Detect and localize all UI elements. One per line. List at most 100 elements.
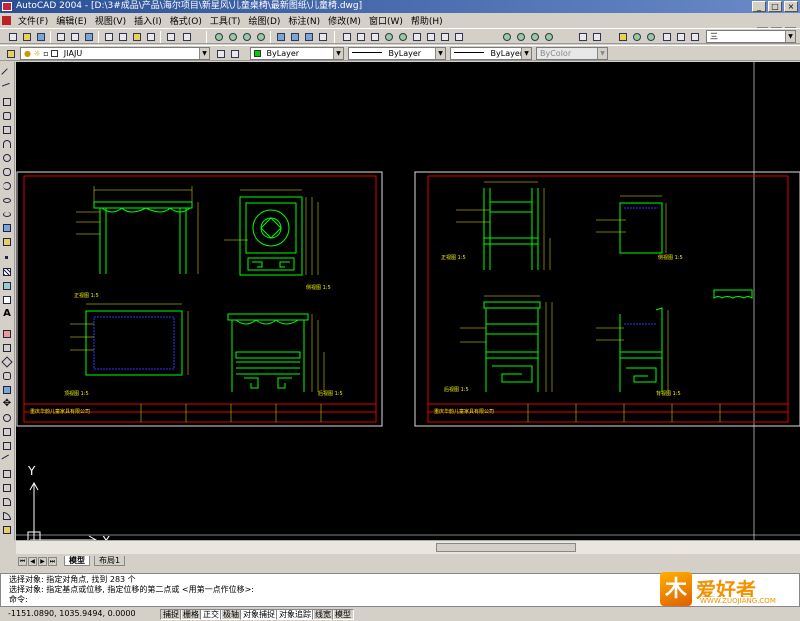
dim-override-icon[interactable]	[688, 30, 701, 43]
tab-model[interactable]: 模型	[64, 556, 90, 566]
open-icon[interactable]	[20, 30, 33, 43]
tolerance-icon[interactable]	[616, 30, 629, 43]
menu-modify[interactable]: 修改(M)	[324, 14, 365, 27]
offset-icon[interactable]	[1, 370, 13, 382]
dim-tedit-icon[interactable]	[674, 30, 687, 43]
cut-icon[interactable]	[102, 30, 115, 43]
quick-dim-icon[interactable]	[424, 30, 437, 43]
fillet-icon[interactable]	[1, 510, 13, 522]
polar-toggle[interactable]: 极轴	[220, 609, 242, 620]
redo-icon[interactable]	[180, 30, 193, 43]
circle-icon[interactable]	[1, 152, 13, 164]
help-icon[interactable]	[316, 30, 329, 43]
polyline-icon[interactable]	[1, 96, 13, 108]
snap-toggle[interactable]: 捕捉	[160, 609, 182, 620]
make-block-icon[interactable]	[1, 236, 13, 248]
line-icon[interactable]	[1, 68, 13, 80]
multiline-text-icon[interactable]: A	[1, 308, 13, 320]
next-tab-icon[interactable]: ▶	[38, 557, 47, 566]
dim-style-icon[interactable]	[644, 30, 657, 43]
properties-icon[interactable]	[274, 30, 287, 43]
rotate-icon[interactable]	[1, 412, 13, 424]
menu-help[interactable]: 帮助(H)	[407, 14, 447, 27]
new-icon[interactable]	[6, 30, 19, 43]
spline-icon[interactable]	[1, 180, 13, 192]
copy-icon[interactable]	[116, 30, 129, 43]
model-toggle[interactable]: 模型	[332, 609, 354, 620]
lineweight-select[interactable]: ByLayer ▼	[450, 47, 532, 60]
preview-icon[interactable]	[68, 30, 81, 43]
region-icon[interactable]	[1, 280, 13, 292]
donut-icon[interactable]	[542, 30, 555, 43]
insert-block-icon[interactable]	[1, 222, 13, 234]
first-tab-icon[interactable]: ⏮	[18, 557, 27, 566]
menu-window[interactable]: 窗口(W)	[365, 14, 407, 27]
maximize-button[interactable]: □	[768, 1, 782, 12]
dim-edit-icon[interactable]	[576, 30, 589, 43]
layer-manager-icon[interactable]	[4, 47, 17, 60]
lineweight-toggle[interactable]: 线宽	[312, 609, 334, 620]
dim-baseline-icon[interactable]	[438, 30, 451, 43]
dim-diameter-icon[interactable]	[396, 30, 409, 43]
undo-icon[interactable]	[164, 30, 177, 43]
linetype-select[interactable]: ByLayer ▼	[348, 47, 446, 60]
erase-icon[interactable]	[1, 328, 13, 340]
menu-draw[interactable]: 绘图(D)	[244, 14, 284, 27]
minimize-button[interactable]: _	[752, 1, 766, 12]
scroll-thumb[interactable]	[436, 543, 576, 552]
paste-icon[interactable]	[130, 30, 143, 43]
grid-toggle[interactable]: 栅格	[180, 609, 202, 620]
menu-insert[interactable]: 插入(I)	[130, 14, 166, 27]
menu-view[interactable]: 视图(V)	[91, 14, 130, 27]
dimstyle-select[interactable]: 三 ▼	[706, 30, 796, 43]
ellipse-arc-icon[interactable]	[1, 208, 13, 220]
menu-file[interactable]: 文件(F)	[14, 14, 52, 27]
zoom-previous-icon[interactable]	[254, 30, 267, 43]
move-icon[interactable]: ✥	[1, 398, 13, 410]
copy-object-icon[interactable]	[1, 342, 13, 354]
dim-aligned-icon[interactable]	[354, 30, 367, 43]
array-icon[interactable]	[1, 384, 13, 396]
extend-icon[interactable]	[1, 468, 13, 480]
hatch-icon[interactable]	[1, 266, 13, 278]
table-icon[interactable]	[1, 294, 13, 306]
arc-icon[interactable]	[1, 138, 13, 150]
trim-icon[interactable]	[1, 454, 13, 466]
menu-tools[interactable]: 工具(T)	[206, 14, 245, 27]
polygon-icon[interactable]	[1, 110, 13, 122]
dim-radius-icon[interactable]	[382, 30, 395, 43]
menu-format[interactable]: 格式(O)	[166, 14, 206, 27]
scale-icon[interactable]	[1, 426, 13, 438]
arc-icon[interactable]	[514, 30, 527, 43]
rectangle-icon[interactable]	[1, 124, 13, 136]
revision-cloud-icon[interactable]	[1, 166, 13, 178]
prev-tab-icon[interactable]: ◀	[28, 557, 37, 566]
mirror-icon[interactable]	[1, 356, 13, 368]
color-select[interactable]: ByLayer ▼	[250, 47, 344, 60]
design-center-icon[interactable]	[288, 30, 301, 43]
dim-oblique-icon[interactable]	[660, 30, 673, 43]
circle-icon[interactable]	[500, 30, 513, 43]
layer-select[interactable]: ● ☼ ▫ JIAJU ▼	[20, 47, 210, 60]
make-current-layer-icon[interactable]	[214, 47, 227, 60]
tab-layout1[interactable]: 布局1	[94, 556, 126, 566]
dim-continue-icon[interactable]	[452, 30, 465, 43]
dim-linear-icon[interactable]	[340, 30, 353, 43]
explode-icon[interactable]	[1, 524, 13, 536]
zoom-window-icon[interactable]	[240, 30, 253, 43]
chamfer-icon[interactable]	[1, 496, 13, 508]
drawing-canvas[interactable]: 重庆华韵儿童家具有限公司 正视图 1:5 侧视图 1:5 顶视图 1:5 后视图…	[16, 62, 800, 540]
otrack-toggle[interactable]: 对象追踪	[276, 609, 314, 620]
zoom-realtime-icon[interactable]	[226, 30, 239, 43]
menu-dimension[interactable]: 标注(N)	[284, 14, 324, 27]
save-icon[interactable]	[34, 30, 47, 43]
horizontal-scrollbar[interactable]	[16, 540, 800, 554]
point-icon[interactable]	[1, 252, 13, 264]
ellipse-icon[interactable]	[528, 30, 541, 43]
pan-icon[interactable]	[212, 30, 225, 43]
layer-previous-icon[interactable]	[228, 47, 241, 60]
ortho-toggle[interactable]: 正交	[200, 609, 222, 620]
tool-palettes-icon[interactable]	[302, 30, 315, 43]
dim-update-icon[interactable]	[590, 30, 603, 43]
dim-angular-icon[interactable]	[410, 30, 423, 43]
